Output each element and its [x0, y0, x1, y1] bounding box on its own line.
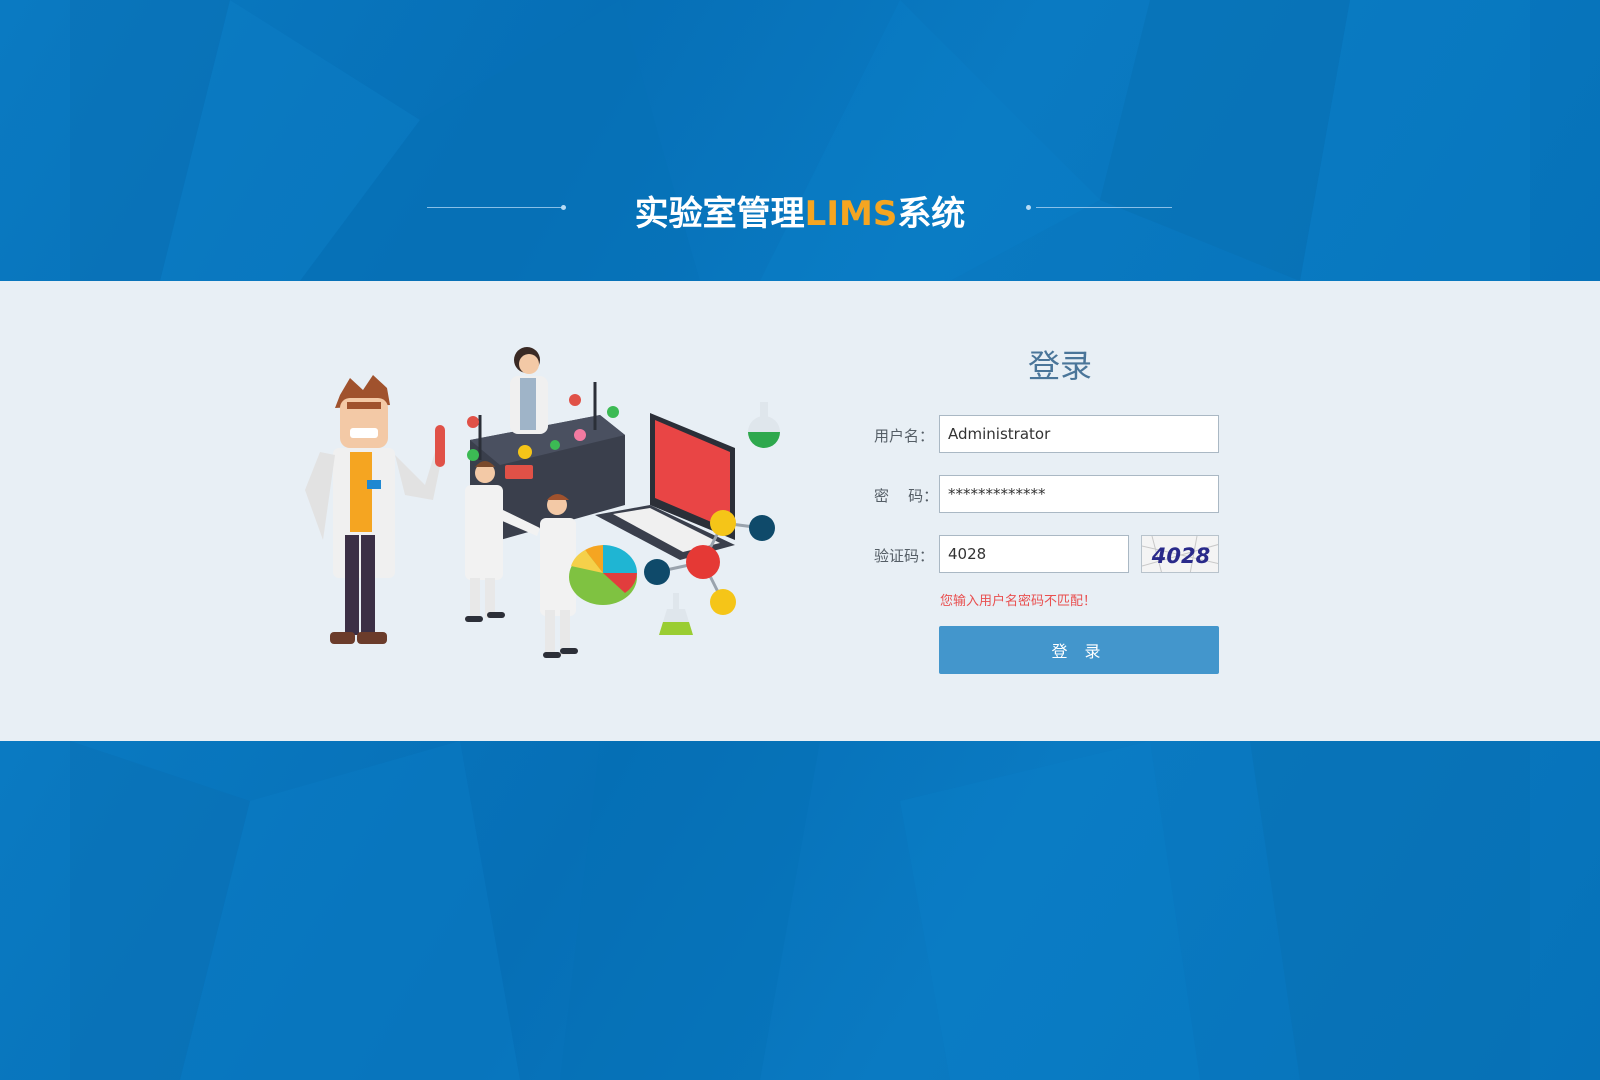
login-band — [0, 281, 1600, 741]
footer-background — [0, 741, 1600, 1080]
login-heading: 登录 — [1027, 347, 1092, 385]
title-suffix: 系统 — [897, 194, 966, 234]
title-prefix: 实验室管理 — [634, 194, 805, 234]
username-input[interactable]: Administrator — [939, 415, 1219, 453]
captcha-label: 验证码： — [874, 547, 935, 565]
title-area: 实验室管理LIMS系统 — [0, 180, 1600, 240]
captcha-image[interactable]: 4028 — [1141, 535, 1219, 573]
captcha-noise: 4028 — [1142, 536, 1218, 572]
main-scientist — [305, 375, 445, 644]
error-message: 您输入用户名密码不匹配！ — [940, 594, 1097, 609]
header-background: 实验室管理LIMS系统 — [0, 0, 1600, 281]
captcha-text: 4028 — [1151, 544, 1210, 568]
title-accent: LIMS — [804, 194, 898, 234]
page-title: 实验室管理LIMS系统 — [0, 186, 1600, 235]
polygon-pattern-bottom — [70, 741, 1530, 1080]
password-label: 密 码： — [874, 487, 939, 505]
username-label: 用户名： — [874, 427, 935, 445]
password-value: ************* — [948, 485, 1046, 503]
username-value: Administrator — [948, 425, 1051, 443]
captcha-input[interactable]: 4028 — [939, 535, 1129, 573]
password-input[interactable]: ************* — [939, 475, 1219, 513]
pie-chart-decor — [569, 545, 637, 605]
captcha-value: 4028 — [948, 545, 987, 563]
login-button[interactable]: 登 录 — [939, 626, 1219, 674]
lab-illustration — [305, 347, 780, 658]
